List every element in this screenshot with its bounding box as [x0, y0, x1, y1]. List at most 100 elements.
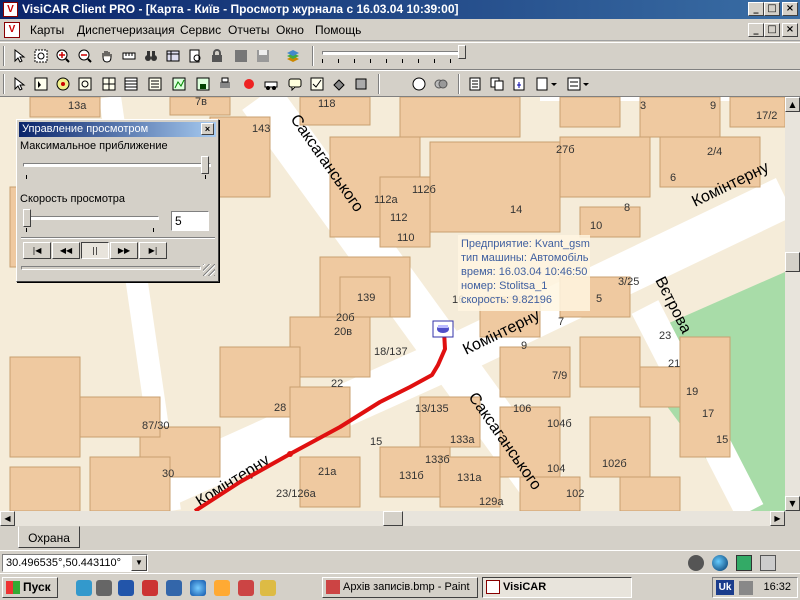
lock-icon[interactable]	[208, 47, 226, 65]
fill-icon[interactable]	[330, 75, 348, 93]
app-icon[interactable]: V	[3, 2, 18, 17]
save-icon[interactable]	[194, 75, 212, 93]
target-icon[interactable]	[54, 75, 72, 93]
report-icon[interactable]	[466, 75, 484, 93]
track-point[interactable]	[287, 451, 293, 457]
dropdown-report-icon[interactable]	[534, 75, 560, 93]
scroll-left-button[interactable]: ◀	[0, 511, 15, 526]
scroll-right-button[interactable]: ▶	[770, 511, 785, 526]
tab-ohrana[interactable]: Охрана	[18, 526, 80, 548]
circle-icon[interactable]	[410, 75, 428, 93]
network-tool-icon[interactable]	[166, 580, 182, 596]
zoom-slider[interactable]	[322, 45, 466, 66]
zoom-area-icon[interactable]	[76, 75, 94, 93]
info-icon[interactable]	[118, 580, 134, 596]
copy-icon[interactable]	[488, 75, 506, 93]
dropdown-list-icon[interactable]	[566, 75, 592, 93]
toolbar-grip	[3, 46, 5, 66]
building-label: 20б	[336, 312, 355, 324]
menu-karty[interactable]: Карты	[30, 23, 64, 37]
save-icon[interactable]	[254, 47, 272, 65]
zoom-slider-thumb[interactable]	[458, 45, 466, 59]
mail-icon[interactable]	[214, 580, 230, 596]
menu-window[interactable]: Окно	[276, 23, 304, 37]
explorer-icon[interactable]	[76, 580, 92, 596]
menu-reports[interactable]: Отчеты	[228, 23, 269, 37]
message-icon[interactable]	[286, 75, 304, 93]
maximize-button[interactable]: □	[764, 2, 780, 16]
car-icon[interactable]	[262, 75, 280, 93]
close-button[interactable]: ×	[782, 2, 798, 16]
chevron-down-icon[interactable]: ▼	[131, 555, 147, 571]
print-preview-icon[interactable]	[186, 47, 204, 65]
clear-icon[interactable]	[352, 75, 370, 93]
list-icon[interactable]	[146, 75, 164, 93]
clock[interactable]: 16:32	[763, 581, 791, 593]
zoom-window-icon[interactable]	[32, 47, 50, 65]
speed-input[interactable]: 5	[171, 211, 209, 231]
mdi-close-button[interactable]: ×	[782, 23, 798, 37]
building-label: 102б	[602, 458, 627, 470]
binoculars-icon[interactable]	[142, 47, 160, 65]
zoom-in-icon[interactable]	[54, 47, 72, 65]
resize-grip[interactable]	[203, 264, 215, 276]
scroll-down-button[interactable]: ▼	[785, 496, 800, 511]
stop-icon[interactable]	[232, 47, 250, 65]
rewind-button[interactable]: ◀◀	[52, 242, 80, 259]
speed-thumb[interactable]	[23, 209, 31, 227]
menu-service[interactable]: Сервис	[180, 23, 221, 37]
pan-hand-icon[interactable]	[98, 47, 116, 65]
speaker-icon[interactable]	[739, 581, 753, 595]
select-icon[interactable]	[32, 75, 50, 93]
grid-icon[interactable]	[100, 75, 118, 93]
building-label: 8	[624, 202, 630, 214]
route-check-icon[interactable]	[308, 75, 326, 93]
speed-slider[interactable]	[23, 209, 159, 232]
menu-help[interactable]: Помощь	[315, 23, 361, 37]
menu-bar: V Карты Диспетчеризация Сервис Отчеты Ок…	[0, 19, 800, 41]
computer-icon[interactable]	[96, 580, 112, 596]
dialog-titlebar[interactable]: Управление просмотром ×	[19, 122, 216, 137]
max-zoom-slider[interactable]	[23, 156, 211, 179]
scroll-thumb-vertical[interactable]	[785, 252, 800, 272]
mdi-restore-button[interactable]: □	[764, 23, 780, 37]
language-indicator[interactable]: Uk	[716, 580, 734, 595]
task-paint[interactable]: Архів записів.bmp - Paint	[322, 577, 478, 598]
pointer-icon[interactable]	[10, 75, 28, 93]
task-visicar[interactable]: VisiCAR	[482, 577, 632, 598]
paint-icon[interactable]	[238, 580, 254, 596]
vertical-scrollbar[interactable]: ▲ ▼	[785, 97, 800, 511]
minimize-button[interactable]: _	[748, 2, 764, 16]
zoom-out-icon[interactable]	[76, 47, 94, 65]
document-icon[interactable]: V	[4, 22, 20, 38]
ruler-icon[interactable]	[120, 47, 138, 65]
record-icon[interactable]	[240, 75, 258, 93]
folder-icon[interactable]	[260, 580, 276, 596]
coordinates-combobox[interactable]: 30.496535°,50.443110° ▼	[2, 554, 148, 572]
dialog-close-button[interactable]: ×	[201, 123, 214, 135]
horizontal-scrollbar[interactable]: ◀ ▶	[0, 511, 785, 526]
last-button[interactable]: ▶|	[139, 242, 167, 259]
first-button[interactable]: |◀	[23, 242, 51, 259]
paint-icon	[326, 580, 340, 594]
scroll-up-button[interactable]: ▲	[785, 97, 800, 112]
cluster-icon[interactable]	[432, 75, 450, 93]
building-label: 7/9	[552, 370, 567, 382]
table-icon[interactable]	[122, 75, 140, 93]
max-zoom-thumb[interactable]	[201, 156, 209, 174]
route-icon[interactable]	[170, 75, 188, 93]
pause-button[interactable]: ||	[81, 242, 109, 259]
pointer-icon[interactable]	[10, 47, 28, 65]
export-icon[interactable]	[510, 75, 528, 93]
layers-icon[interactable]	[164, 47, 182, 65]
mdi-minimize-button[interactable]: _	[748, 23, 764, 37]
layers-stack-icon[interactable]	[284, 47, 302, 65]
internet-explorer-icon[interactable]	[190, 580, 206, 596]
car-icon[interactable]	[432, 320, 454, 338]
menu-dispatch[interactable]: Диспетчеризация	[77, 23, 175, 37]
forward-button[interactable]: ▶▶	[110, 242, 138, 259]
print-icon[interactable]	[216, 75, 234, 93]
scroll-thumb-horizontal[interactable]	[383, 511, 403, 526]
app-icon[interactable]	[142, 580, 158, 596]
start-button[interactable]: Пуск	[2, 577, 58, 598]
